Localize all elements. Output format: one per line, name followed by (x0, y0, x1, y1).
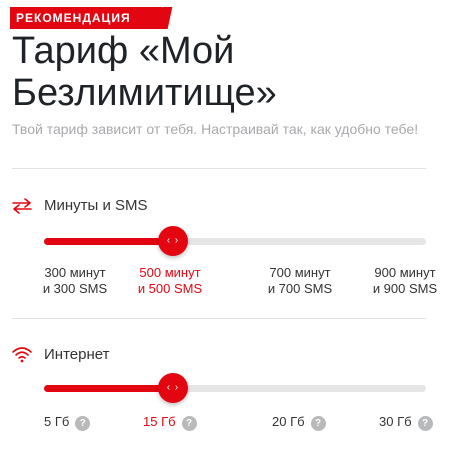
minutes-option-900[interactable]: 900 минут и 900 SMS (366, 265, 444, 297)
minutes-slider-track[interactable]: ‹ › (44, 226, 426, 256)
minutes-option-300[interactable]: 300 минут и 300 SMS (36, 265, 114, 297)
divider (12, 168, 426, 169)
page-title-line-1: Тариф «Мой (12, 30, 235, 72)
internet-option-20gb[interactable]: 20 Гб? (272, 414, 326, 431)
wifi-icon (12, 347, 32, 363)
option-line-2: и 700 SMS (267, 281, 333, 296)
help-icon[interactable]: ? (75, 416, 91, 431)
exchange-arrows-icon (12, 198, 32, 214)
minutes-slider-fill (44, 238, 173, 245)
page-subtitle: Твой тариф зависит от тебя. Настраивай т… (12, 121, 419, 137)
option-label: 20 Гб (272, 414, 305, 429)
option-label: 15 Гб (143, 414, 176, 429)
internet-slider-handle[interactable]: ‹ › (158, 373, 188, 403)
option-line-2: и 500 SMS (137, 281, 203, 296)
minutes-slider-handle[interactable]: ‹ › (158, 226, 188, 256)
minutes-option-700[interactable]: 700 минут и 700 SMS (261, 265, 339, 297)
internet-section-label: Интернет (44, 346, 110, 363)
page-title-line-2: Безлимитище» (12, 72, 277, 114)
minutes-section-label: Минуты и SMS (44, 197, 148, 214)
internet-option-15gb[interactable]: 15 Гб? (143, 414, 197, 431)
option-line-1: 300 минут (44, 265, 106, 280)
option-line-2: и 900 SMS (372, 281, 438, 296)
option-label: 5 Гб (44, 414, 70, 429)
help-icon[interactable]: ? (417, 416, 433, 431)
internet-slider-fill (44, 385, 173, 392)
minutes-option-500[interactable]: 500 минут и 500 SMS (131, 265, 209, 297)
option-line-1: 900 минут (374, 265, 436, 280)
internet-option-5gb[interactable]: 5 Гб? (44, 414, 91, 431)
divider (12, 318, 426, 319)
page-title: Тариф «Мой Безлимитище» (12, 30, 462, 114)
help-icon[interactable]: ? (310, 416, 326, 431)
option-line-1: 700 минут (269, 265, 331, 280)
recommendation-badge: РЕКОМЕНДАЦИЯ (10, 7, 162, 29)
option-line-1: 500 минут (139, 265, 201, 280)
help-icon[interactable]: ? (181, 416, 197, 431)
option-line-2: и 300 SMS (42, 281, 108, 296)
internet-slider-track[interactable]: ‹ › (44, 373, 426, 403)
option-label: 30 Гб (379, 414, 412, 429)
internet-option-30gb[interactable]: 30 Гб? (379, 414, 433, 431)
